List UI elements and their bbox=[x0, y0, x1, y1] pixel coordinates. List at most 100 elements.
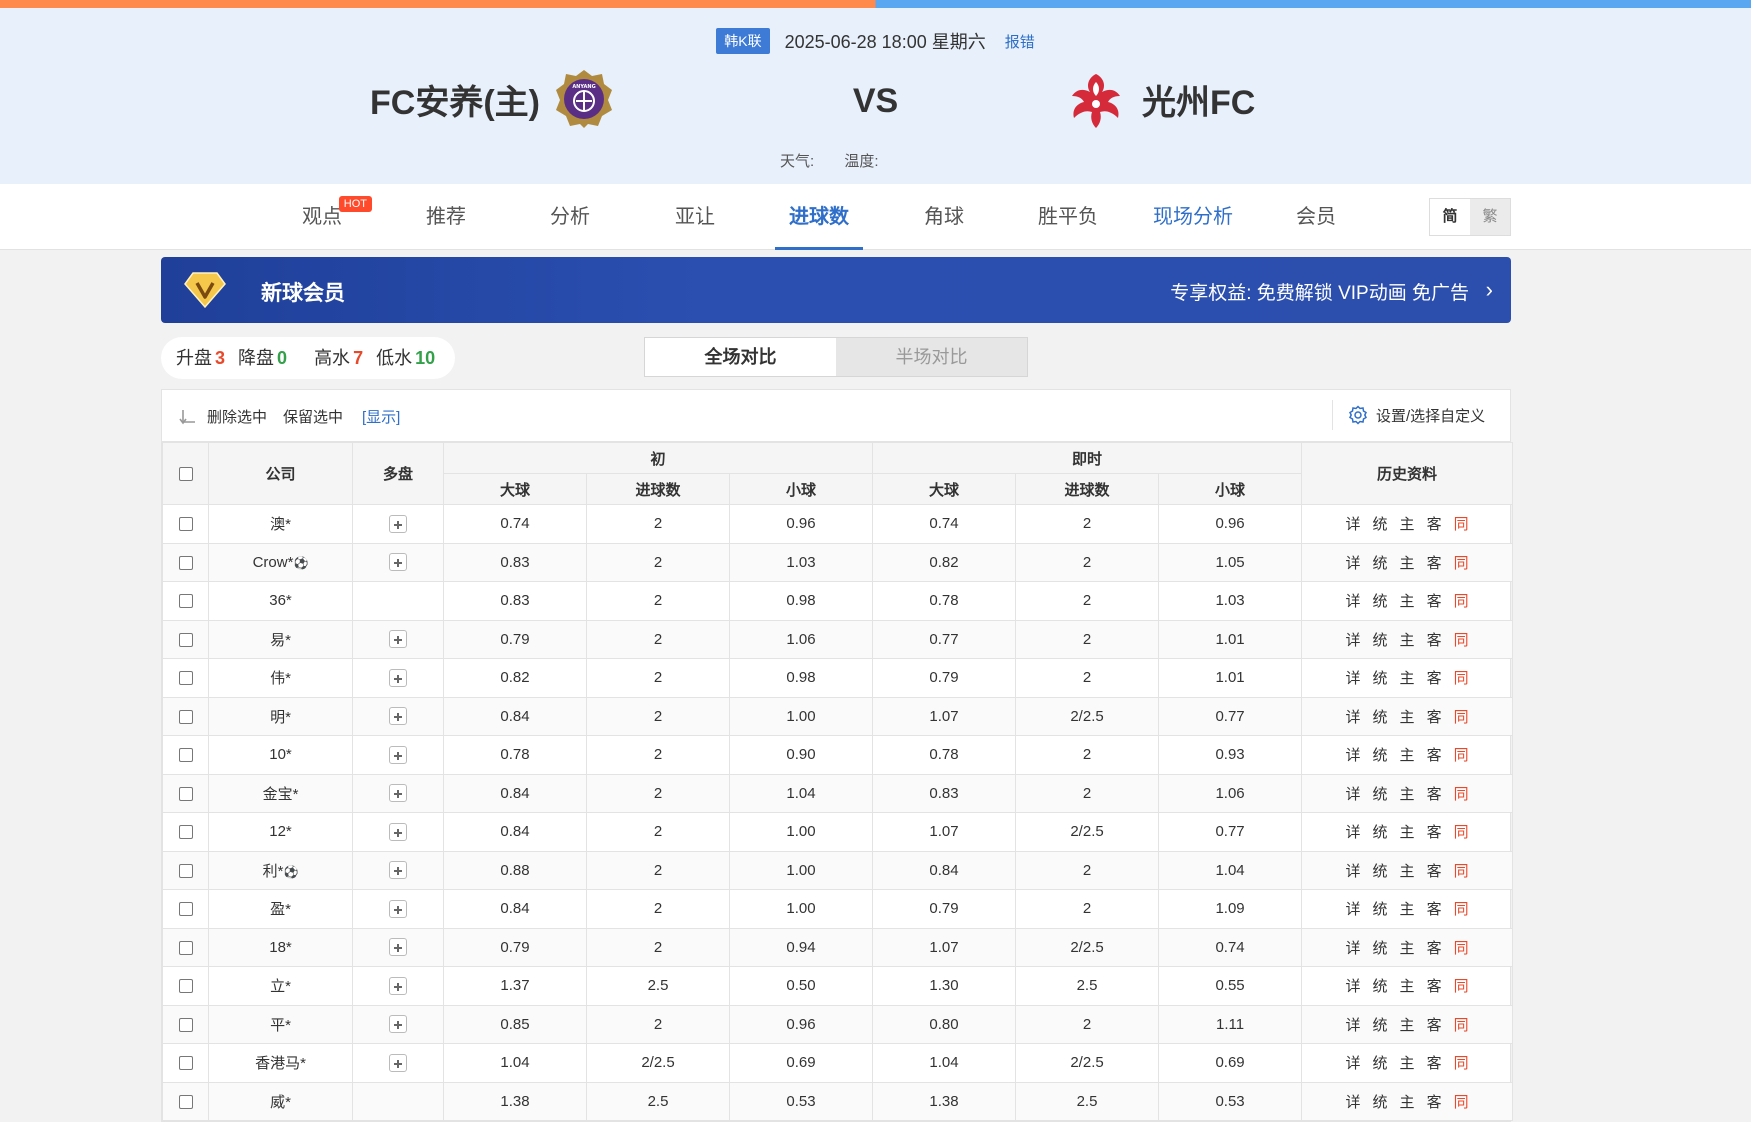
expand-plus-icon[interactable] bbox=[389, 630, 407, 649]
home-link[interactable]: 主 bbox=[1400, 824, 1415, 841]
away-link[interactable]: 客 bbox=[1427, 709, 1442, 726]
home-link[interactable]: 主 bbox=[1400, 1017, 1415, 1034]
away-link[interactable]: 客 bbox=[1427, 863, 1442, 880]
expand-plus-icon[interactable] bbox=[389, 668, 407, 687]
away-link[interactable]: 客 bbox=[1427, 1094, 1442, 1111]
home-link[interactable]: 主 bbox=[1400, 1055, 1415, 1072]
detail-link[interactable]: 详 bbox=[1346, 824, 1361, 841]
stats-link[interactable]: 统 bbox=[1373, 901, 1388, 918]
same-link[interactable]: 同 bbox=[1454, 978, 1469, 995]
stats-link[interactable]: 统 bbox=[1373, 1094, 1388, 1111]
tab-viewpoint[interactable]: 观点 HOT bbox=[302, 184, 372, 250]
expand-plus-icon[interactable] bbox=[389, 553, 407, 572]
same-link[interactable]: 同 bbox=[1454, 1055, 1469, 1072]
away-link[interactable]: 客 bbox=[1427, 824, 1442, 841]
keep-selected-button[interactable]: 保留选中 bbox=[283, 406, 343, 427]
stats-link[interactable]: 统 bbox=[1373, 1055, 1388, 1072]
row-checkbox[interactable] bbox=[178, 863, 193, 878]
same-link[interactable]: 同 bbox=[1454, 709, 1469, 726]
detail-link[interactable]: 详 bbox=[1346, 632, 1361, 649]
row-checkbox[interactable] bbox=[178, 1056, 193, 1071]
same-link[interactable]: 同 bbox=[1454, 786, 1469, 803]
expand-plus-icon[interactable] bbox=[389, 707, 407, 726]
same-link[interactable]: 同 bbox=[1454, 516, 1469, 533]
same-link[interactable]: 同 bbox=[1454, 747, 1469, 764]
home-link[interactable]: 主 bbox=[1400, 978, 1415, 995]
tab-recommend[interactable]: 推荐 bbox=[426, 184, 466, 250]
away-link[interactable]: 客 bbox=[1427, 786, 1442, 803]
same-link[interactable]: 同 bbox=[1454, 632, 1469, 649]
detail-link[interactable]: 详 bbox=[1346, 863, 1361, 880]
same-link[interactable]: 同 bbox=[1454, 901, 1469, 918]
row-checkbox[interactable] bbox=[178, 1094, 193, 1109]
away-link[interactable]: 客 bbox=[1427, 1017, 1442, 1034]
detail-link[interactable]: 详 bbox=[1346, 786, 1361, 803]
away-link[interactable]: 客 bbox=[1427, 1055, 1442, 1072]
half-match-tab[interactable]: 半场对比 bbox=[836, 338, 1027, 376]
same-link[interactable]: 同 bbox=[1454, 863, 1469, 880]
expand-plus-icon[interactable] bbox=[389, 745, 407, 764]
same-link[interactable]: 同 bbox=[1454, 670, 1469, 687]
same-link[interactable]: 同 bbox=[1454, 555, 1469, 572]
stats-link[interactable]: 统 bbox=[1373, 978, 1388, 995]
full-match-tab[interactable]: 全场对比 bbox=[645, 338, 836, 376]
tab-1x2[interactable]: 胜平负 bbox=[1038, 184, 1098, 250]
detail-link[interactable]: 详 bbox=[1346, 747, 1361, 764]
home-link[interactable]: 主 bbox=[1400, 786, 1415, 803]
row-checkbox[interactable] bbox=[178, 555, 193, 570]
expand-plus-icon[interactable] bbox=[389, 784, 407, 803]
row-checkbox[interactable] bbox=[178, 517, 193, 532]
row-checkbox[interactable] bbox=[178, 748, 193, 763]
detail-link[interactable]: 详 bbox=[1346, 901, 1361, 918]
away-link[interactable]: 客 bbox=[1427, 632, 1442, 649]
home-link[interactable]: 主 bbox=[1400, 863, 1415, 880]
row-checkbox[interactable] bbox=[178, 632, 193, 647]
home-link[interactable]: 主 bbox=[1400, 940, 1415, 957]
detail-link[interactable]: 详 bbox=[1346, 670, 1361, 687]
league-badge[interactable]: 韩K联 bbox=[716, 28, 770, 54]
select-all-checkbox[interactable] bbox=[178, 467, 193, 482]
stats-link[interactable]: 统 bbox=[1373, 670, 1388, 687]
home-link[interactable]: 主 bbox=[1400, 901, 1415, 918]
tab-corners[interactable]: 角球 bbox=[924, 184, 964, 250]
expand-plus-icon[interactable] bbox=[389, 514, 407, 533]
same-link[interactable]: 同 bbox=[1454, 593, 1469, 610]
tab-goals[interactable]: 进球数 bbox=[775, 184, 863, 250]
home-link[interactable]: 主 bbox=[1400, 593, 1415, 610]
stats-link[interactable]: 统 bbox=[1373, 863, 1388, 880]
home-link[interactable]: 主 bbox=[1400, 670, 1415, 687]
settings-customize-button[interactable]: 设置/选择自定义 bbox=[1376, 405, 1485, 426]
row-checkbox[interactable] bbox=[178, 825, 193, 840]
stats-link[interactable]: 统 bbox=[1373, 747, 1388, 764]
expand-plus-icon[interactable] bbox=[389, 1053, 407, 1072]
tab-member[interactable]: 会员 bbox=[1296, 184, 1336, 250]
detail-link[interactable]: 详 bbox=[1346, 940, 1361, 957]
away-link[interactable]: 客 bbox=[1427, 555, 1442, 572]
expand-plus-icon[interactable] bbox=[389, 861, 407, 880]
away-link[interactable]: 客 bbox=[1427, 978, 1442, 995]
tab-live-analysis[interactable]: 现场分析 bbox=[1152, 184, 1234, 250]
row-checkbox[interactable] bbox=[178, 979, 193, 994]
tab-asian-handicap[interactable]: 亚让 bbox=[675, 184, 715, 250]
home-link[interactable]: 主 bbox=[1400, 555, 1415, 572]
detail-link[interactable]: 详 bbox=[1346, 1094, 1361, 1111]
stats-link[interactable]: 统 bbox=[1373, 516, 1388, 533]
expand-plus-icon[interactable] bbox=[389, 938, 407, 957]
away-link[interactable]: 客 bbox=[1427, 670, 1442, 687]
same-link[interactable]: 同 bbox=[1454, 1017, 1469, 1034]
expand-plus-icon[interactable] bbox=[389, 899, 407, 918]
tab-analysis[interactable]: 分析 bbox=[550, 184, 590, 250]
delete-selected-button[interactable]: 删除选中 bbox=[207, 406, 267, 427]
stats-link[interactable]: 统 bbox=[1373, 593, 1388, 610]
gear-icon[interactable] bbox=[1348, 405, 1368, 425]
away-link[interactable]: 客 bbox=[1427, 901, 1442, 918]
stats-link[interactable]: 统 bbox=[1373, 555, 1388, 572]
lang-traditional-button[interactable]: 繁 bbox=[1470, 199, 1510, 235]
expand-plus-icon[interactable] bbox=[389, 976, 407, 995]
stats-link[interactable]: 统 bbox=[1373, 1017, 1388, 1034]
show-link[interactable]: [显示] bbox=[362, 406, 400, 427]
row-checkbox[interactable] bbox=[178, 594, 193, 609]
stats-link[interactable]: 统 bbox=[1373, 632, 1388, 649]
home-link[interactable]: 主 bbox=[1400, 1094, 1415, 1111]
stats-link[interactable]: 统 bbox=[1373, 709, 1388, 726]
